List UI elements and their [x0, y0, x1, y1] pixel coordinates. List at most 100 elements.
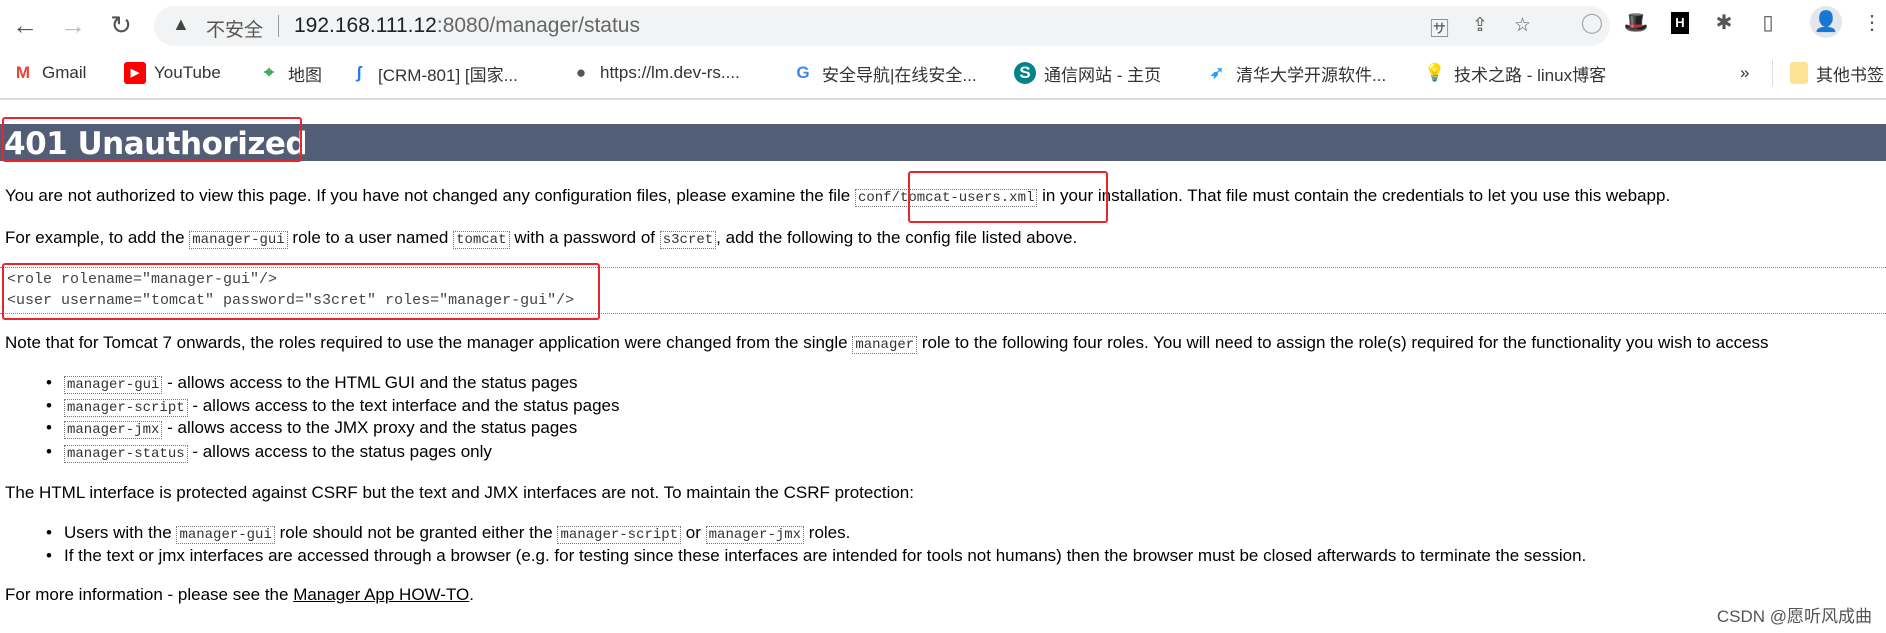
- text: in your installation. That file must con…: [1037, 186, 1671, 205]
- bookmark-label: 其他书签: [1816, 65, 1884, 85]
- other-bookmarks-folder[interactable]: 其他书签: [1790, 60, 1884, 86]
- paragraph-roles-note: Note that for Tomcat 7 onwards, the role…: [5, 333, 1769, 354]
- extensions-puzzle-icon[interactable]: ✱: [1710, 10, 1738, 35]
- bookmark-jira[interactable]: ʃ [CRM-801] [国家...: [348, 60, 518, 86]
- divider: [1772, 60, 1773, 86]
- bookmark-label: 清华大学开源软件...: [1236, 65, 1387, 85]
- paragraph-intro: You are not authorized to view this page…: [5, 186, 1671, 207]
- bookmark-google[interactable]: G 安全导航|在线安全...: [792, 60, 977, 86]
- folder-icon: [1790, 62, 1808, 84]
- paragraph-more-info: For more information - please see the Ma…: [5, 585, 474, 605]
- list-item-role: manager-script - allows access to the te…: [46, 396, 620, 417]
- bookmark-label: 安全导航|在线安全...: [822, 65, 977, 85]
- role-code: manager-gui: [64, 376, 163, 394]
- gmail-icon: M: [15, 63, 31, 82]
- role-description: - allows access to the HTML GUI and the …: [162, 373, 578, 392]
- role-code: manager-jmx: [64, 421, 163, 439]
- url-path: :8080/manager/status: [436, 14, 640, 37]
- tuna-icon: ➶: [1209, 63, 1225, 82]
- paragraph-example: For example, to add the manager-gui role…: [5, 228, 1078, 249]
- page-title: 401 Unauthorized: [4, 126, 308, 162]
- youtube-icon: ▶: [124, 62, 146, 84]
- role-code: manager-gui: [176, 526, 275, 544]
- text: roles.: [804, 523, 851, 542]
- maps-icon: ⌖: [264, 63, 274, 82]
- code-line-role: <role rolename="manager-gui"/>: [7, 271, 278, 288]
- profile-avatar-icon[interactable]: 👤: [1810, 6, 1842, 38]
- security-label: 不安全: [206, 20, 264, 41]
- text: You are not authorized to view this page…: [5, 186, 855, 205]
- bookmark-bulb[interactable]: 💡 技术之路 - linux博客: [1424, 60, 1606, 86]
- menu-kebab-icon[interactable]: ⋮: [1862, 10, 1882, 35]
- role-code: manager-gui: [189, 231, 288, 249]
- text: with a password of: [509, 228, 660, 247]
- more-bookmarks-button[interactable]: »: [1740, 60, 1749, 86]
- reload-button[interactable]: ↻: [106, 10, 136, 41]
- text: role to a user named: [287, 228, 454, 247]
- bulb-icon: 💡: [1424, 63, 1446, 82]
- text: role should not be granted either the: [274, 523, 558, 542]
- url-text[interactable]: 192.168.111.12:8080/manager/status: [294, 14, 640, 38]
- forward-button[interactable]: →: [58, 10, 88, 41]
- text: role to the following four roles. You wi…: [917, 333, 1769, 352]
- pre-top-border: [0, 267, 1886, 268]
- text: Note that for Tomcat 7 onwards, the role…: [5, 333, 853, 352]
- bookmark-globe[interactable]: ● https://lm.dev-rs....: [570, 60, 740, 86]
- role-description: - allows access to the JMX proxy and the…: [162, 418, 578, 437]
- list-item-role: manager-jmx - allows access to the JMX p…: [46, 418, 578, 439]
- extension-h-icon[interactable]: H: [1671, 12, 1689, 34]
- role-code: manager-script: [557, 526, 682, 544]
- text: For example, to add the: [5, 228, 190, 247]
- jira-icon: ʃ: [356, 63, 362, 82]
- bookmark-label: https://lm.dev-rs....: [600, 63, 740, 82]
- manager-howto-link[interactable]: Manager App HOW-TO: [293, 585, 469, 604]
- url-host: 192.168.111.12: [294, 14, 437, 37]
- star-icon[interactable]: ☆: [1514, 14, 1531, 37]
- paragraph-csrf: The HTML interface is protected against …: [5, 483, 914, 502]
- translate-icon[interactable]: 🈂: [1430, 14, 1449, 41]
- back-button[interactable]: ←: [10, 10, 40, 41]
- code-line-user: <user username="tomcat" password="s3cret…: [7, 292, 575, 309]
- bookmark-gmail[interactable]: M Gmail: [12, 60, 87, 86]
- config-file-code: conf/tomcat-users.xml: [854, 189, 1038, 207]
- text: , add the following to the config file l…: [716, 228, 1078, 247]
- browser-chrome: ← → ↻ ▲ 不安全 192.168.111.12:8080/manager/…: [0, 0, 1886, 100]
- side-panel-icon[interactable]: ▯: [1754, 10, 1782, 35]
- role-description: - allows access to the status pages only: [187, 442, 492, 461]
- pre-bottom-border: [0, 313, 1886, 314]
- chevron-double-icon: »: [1740, 63, 1750, 82]
- bookmark-label: Gmail: [42, 63, 87, 82]
- divider: [278, 15, 279, 37]
- role-code: manager-status: [64, 445, 188, 463]
- bookmark-label: [CRM-801] [国家...: [378, 65, 518, 85]
- password-code: s3cret: [659, 231, 717, 249]
- share-icon[interactable]: ⇪: [1472, 14, 1488, 37]
- sharepoint-icon: S: [1014, 62, 1036, 84]
- text: For more information - please see the: [5, 585, 294, 604]
- bookmark-label: 技术之路 - linux博客: [1454, 65, 1607, 85]
- role-code: manager-jmx: [705, 526, 805, 544]
- role-description: - allows access to the text interface an…: [187, 396, 620, 415]
- text: Users with the: [64, 523, 177, 542]
- role-code: manager-script: [64, 399, 188, 417]
- username-code: tomcat: [453, 231, 510, 249]
- extension-circle-icon[interactable]: ◯: [1578, 10, 1606, 35]
- bookmark-label: 地图: [288, 65, 322, 85]
- extension-hat-icon[interactable]: 🎩: [1622, 10, 1650, 35]
- list-item-csrf-1: Users with the manager-gui role should n…: [46, 523, 851, 544]
- globe-icon: ●: [575, 63, 587, 82]
- text: or: [681, 523, 706, 542]
- warning-icon: ▲: [172, 14, 190, 34]
- list-item-csrf-2: If the text or jmx interfaces are access…: [46, 546, 1586, 566]
- bookmark-maps[interactable]: ⌖ 地图: [258, 60, 322, 86]
- role-code: manager: [852, 336, 918, 354]
- list-item-role: manager-gui - allows access to the HTML …: [46, 373, 578, 394]
- google-icon: G: [796, 63, 810, 82]
- bookmark-tuna[interactable]: ➶ 清华大学开源软件...: [1206, 60, 1386, 86]
- watermark: CSDN @愿听风成曲: [1716, 607, 1872, 626]
- address-bar[interactable]: ▲ 不安全 192.168.111.12:8080/manager/status…: [154, 6, 1610, 46]
- bookmark-sharepoint[interactable]: S 通信网站 - 主页: [1014, 60, 1161, 86]
- bookmark-youtube[interactable]: ▶ YouTube: [124, 60, 221, 86]
- bookmark-label: YouTube: [154, 63, 221, 82]
- text: .: [469, 585, 474, 604]
